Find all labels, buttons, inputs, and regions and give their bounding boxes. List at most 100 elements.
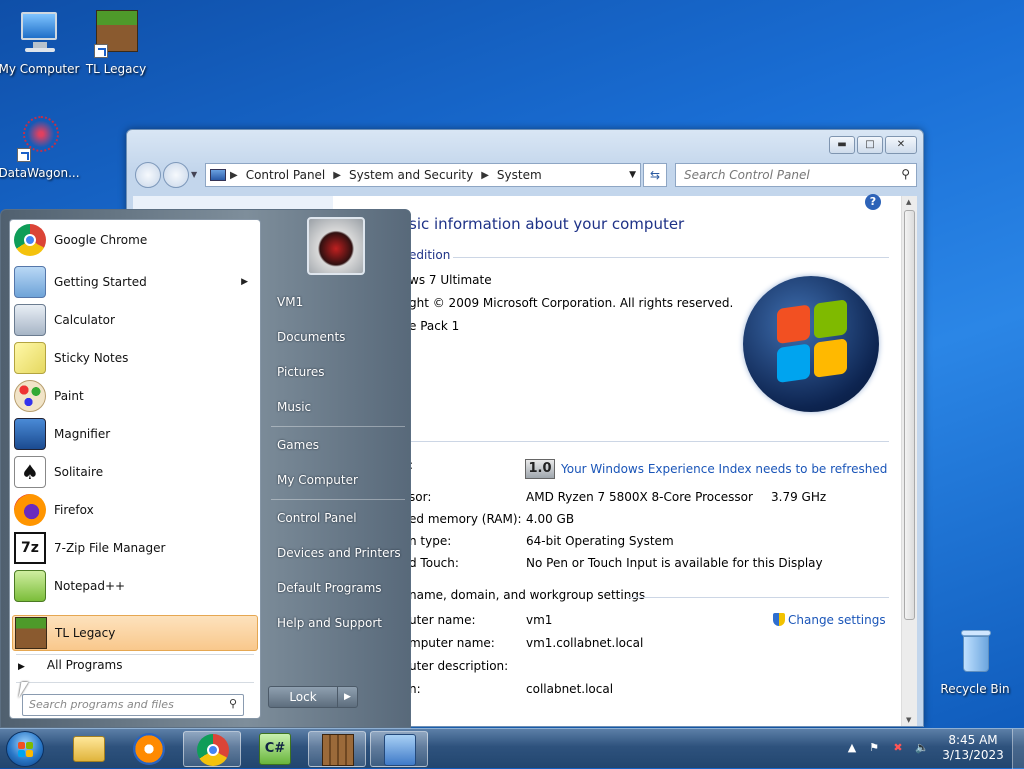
magnifier-icon	[14, 418, 46, 450]
windows-logo-icon	[743, 276, 879, 412]
submenu-arrow-icon: ▶	[241, 277, 248, 287]
firefox-icon	[14, 494, 46, 526]
csharp-icon: C#	[259, 733, 291, 765]
full-computer-name-value: vm1.collabnet.local	[526, 636, 644, 650]
help-icon[interactable]: ?	[865, 194, 881, 210]
system-type-label: n type:	[409, 534, 452, 548]
desktop-icon-label: TL Legacy	[85, 62, 147, 76]
breadcrumb-system-security[interactable]: System and Security	[345, 168, 477, 182]
taskbar-control-panel[interactable]	[370, 731, 428, 767]
control-panel-icon	[384, 734, 416, 766]
program-google-chrome[interactable]: Google Chrome	[12, 222, 258, 258]
computer-icon	[15, 10, 63, 58]
start-item-games[interactable]: Games	[271, 430, 405, 460]
clock-date: 3/13/2023	[942, 748, 1004, 762]
desktop-icon-my-computer[interactable]: My Computer	[0, 10, 81, 76]
shortcut-arrow-icon	[17, 148, 31, 162]
domain-value: collabnet.local	[526, 682, 614, 696]
desktop-icon-tl-legacy[interactable]: TL Legacy	[74, 10, 158, 76]
wei-refresh-link[interactable]: Your Windows Experience Index needs to b…	[561, 462, 887, 476]
computer-name-value: vm1	[526, 613, 553, 627]
show-desktop-button[interactable]	[1012, 729, 1024, 769]
system-clock[interactable]: 8:45 AM 3/13/2023	[938, 733, 1008, 763]
search-placeholder: Search Control Panel	[684, 168, 810, 182]
desktop-icon-label: DataWagon...	[0, 166, 80, 180]
edition-section-title: edition	[409, 248, 451, 262]
scroll-up-icon[interactable]: ▲	[906, 198, 911, 206]
start-item-control-panel[interactable]: Control Panel	[271, 503, 405, 533]
lock-button[interactable]: Lock ▶	[268, 686, 358, 708]
address-dropdown-icon[interactable]: ▼	[625, 170, 640, 180]
start-item-pictures[interactable]: Pictures	[271, 357, 405, 387]
breadcrumb-system[interactable]: System	[493, 168, 546, 182]
maximize-button[interactable]: □	[857, 136, 883, 154]
action-center-icon[interactable]: ⚑	[866, 741, 882, 757]
program-label: TL Legacy	[55, 626, 116, 640]
divider	[16, 682, 254, 683]
taskbar-media-player[interactable]	[120, 731, 178, 767]
start-item-vm1[interactable]: VM1	[271, 287, 405, 317]
program-paint[interactable]: Paint	[12, 378, 258, 414]
close-button[interactable]: ✕	[885, 136, 917, 154]
program-magnifier[interactable]: Magnifier	[12, 416, 258, 452]
name-domain-section-title: name, domain, and workgroup settings	[409, 588, 646, 602]
start-item-default-programs[interactable]: Default Programs	[271, 573, 405, 603]
program-notepadpp[interactable]: Notepad++	[12, 568, 258, 604]
scrollbar-thumb[interactable]	[904, 210, 915, 620]
program-firefox[interactable]: Firefox	[12, 492, 258, 528]
address-bar[interactable]: ▶ Control Panel ▶ System and Security ▶ …	[205, 163, 641, 187]
program-tl-legacy[interactable]: TL Legacy	[12, 615, 258, 651]
search-control-panel-input[interactable]: Search Control Panel ⚲	[675, 163, 917, 187]
taskbar-explorer[interactable]	[60, 731, 118, 767]
taskbar-chrome[interactable]	[183, 731, 241, 767]
program-calculator[interactable]: Calculator	[12, 302, 258, 338]
minimize-button[interactable]: ▬	[829, 136, 855, 154]
all-programs-button[interactable]: ▶ All Programs	[18, 658, 123, 672]
search-icon[interactable]: ⚲	[901, 167, 910, 181]
ram-label: ed memory (RAM):	[409, 512, 522, 526]
computer-name-label: uter name:	[409, 613, 476, 627]
volume-icon[interactable]: 🔈	[914, 741, 930, 757]
start-item-music[interactable]: Music	[271, 392, 405, 422]
solitaire-icon: ♠	[14, 456, 46, 488]
processor-value: AMD Ryzen 7 5800X 8-Core Processor	[526, 490, 753, 504]
program-solitaire[interactable]: ♠ Solitaire	[12, 454, 258, 490]
taskbar-tl-legacy[interactable]	[308, 731, 366, 767]
breadcrumb-control-panel[interactable]: Control Panel	[242, 168, 330, 182]
program-label: Paint	[54, 389, 84, 403]
back-button[interactable]	[135, 162, 161, 188]
network-disconnected-icon[interactable]: ✖	[890, 741, 906, 757]
start-button[interactable]	[6, 731, 44, 767]
program-sticky-notes[interactable]: Sticky Notes	[12, 340, 258, 376]
program-label: Firefox	[54, 503, 94, 517]
chrome-icon	[14, 224, 46, 256]
program-7zip[interactable]: 7z 7-Zip File Manager	[12, 530, 258, 566]
start-item-devices-printers[interactable]: Devices and Printers	[271, 538, 405, 568]
processor-speed: 3.79 GHz	[771, 490, 827, 504]
start-search-input[interactable]: Search programs and files ⚲	[22, 694, 244, 716]
start-item-my-computer[interactable]: My Computer	[271, 465, 405, 495]
vertical-scrollbar[interactable]: ▲ ▼	[901, 196, 917, 726]
start-item-help-support[interactable]: Help and Support	[271, 608, 405, 638]
search-icon[interactable]: ⚲	[229, 697, 237, 710]
desktop-icon-recycle-bin[interactable]: Recycle Bin	[933, 630, 1017, 696]
desktop-icon-datawagon[interactable]: DataWagon...	[0, 114, 81, 180]
refresh-button[interactable]: ⇆	[643, 163, 667, 187]
program-label: Notepad++	[54, 579, 126, 593]
shutdown-options-arrow-icon[interactable]: ▶	[337, 687, 357, 707]
breadcrumb-separator-icon: ▶	[481, 169, 489, 181]
forward-button[interactable]	[163, 162, 189, 188]
taskbar: C# ▲ ⚑ ✖ 🔈 8:45 AM 3/13/2023	[0, 728, 1024, 769]
user-avatar[interactable]	[307, 217, 365, 275]
recent-pages-icon[interactable]: ▼	[191, 170, 197, 179]
program-getting-started[interactable]: Getting Started ▶	[12, 264, 258, 300]
scroll-down-icon[interactable]: ▼	[906, 716, 911, 724]
show-hidden-icons-icon[interactable]: ▲	[844, 741, 860, 757]
change-settings-link[interactable]: Change settings	[773, 613, 886, 627]
program-label: Magnifier	[54, 427, 111, 441]
system-info-panel: ? sic information about your computer ed…	[333, 194, 901, 726]
start-item-documents[interactable]: Documents	[271, 322, 405, 352]
processor-label: sor:	[409, 490, 432, 504]
taskbar-csharp[interactable]: C#	[246, 731, 304, 767]
program-label: Calculator	[54, 313, 115, 327]
